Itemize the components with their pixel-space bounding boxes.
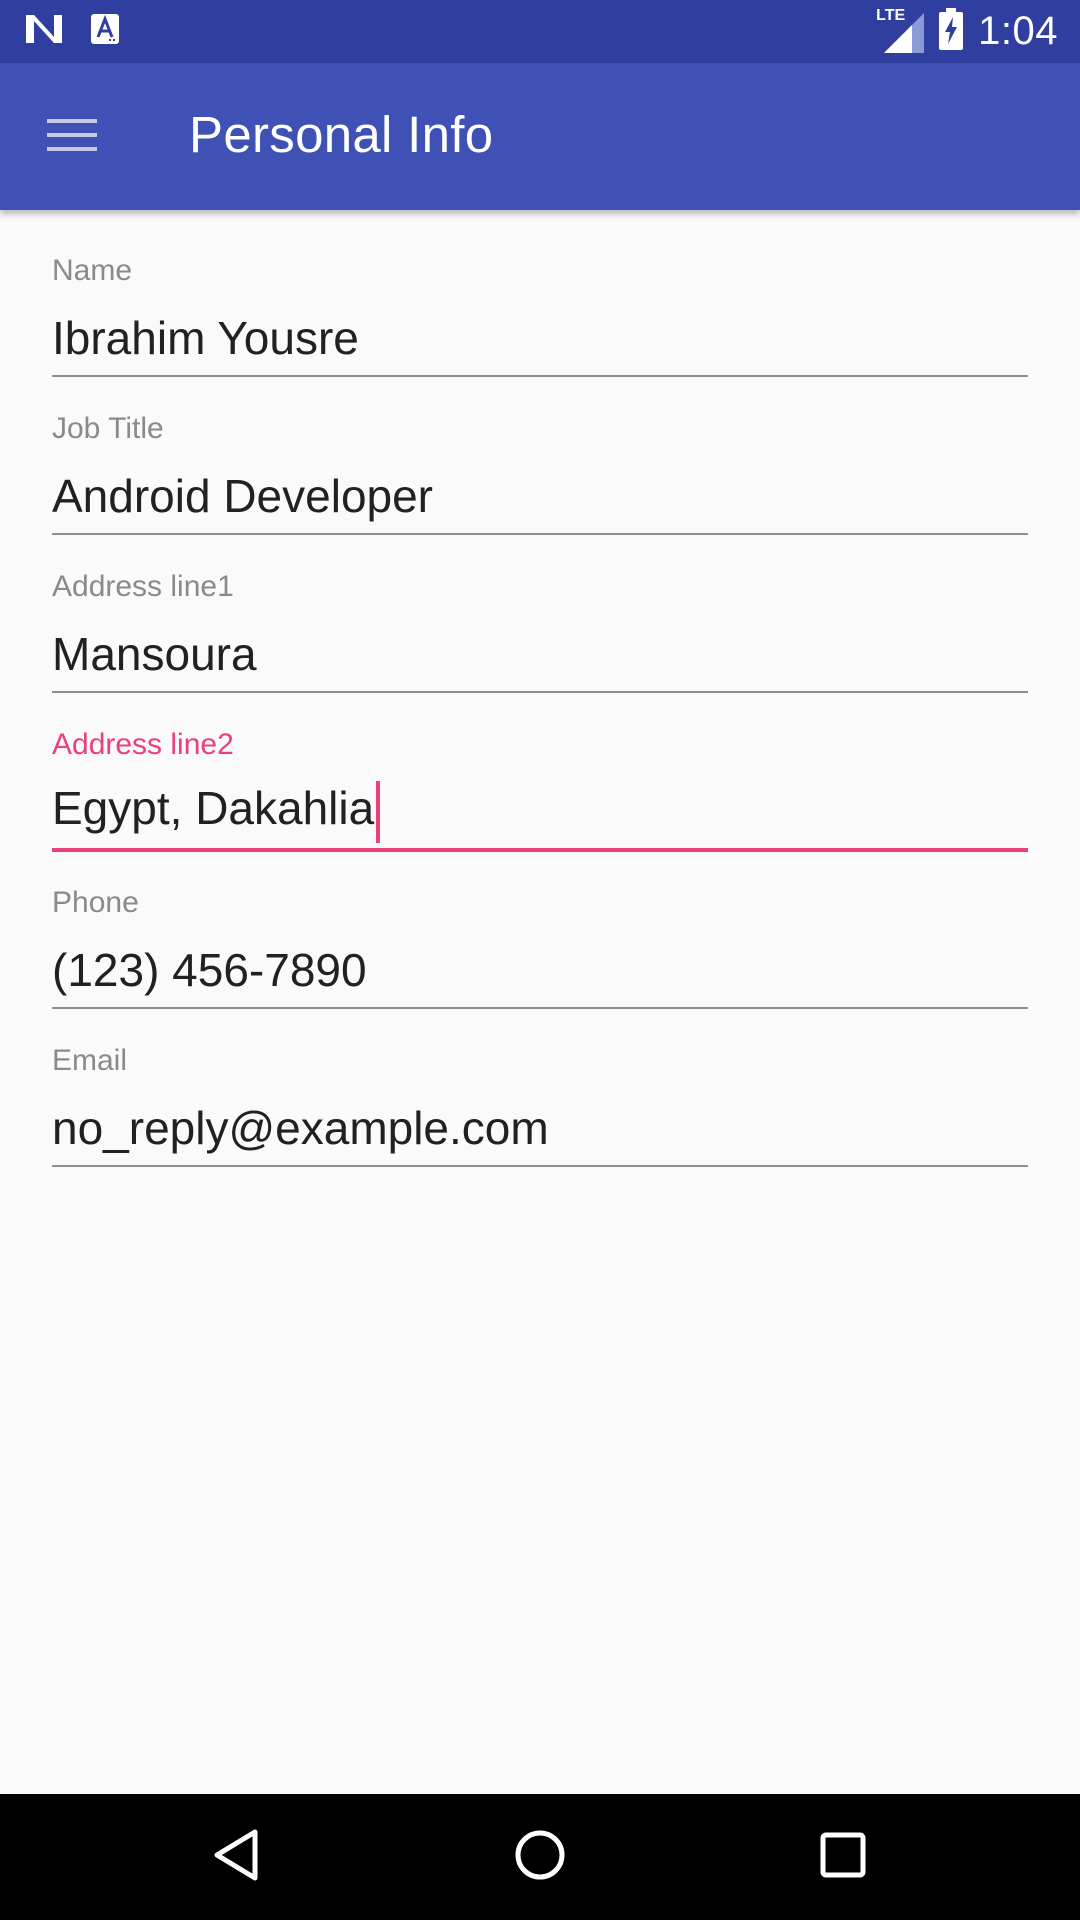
home-icon	[513, 1828, 567, 1887]
personal-info-form: Name Job Title Address line1 Address lin…	[52, 210, 1028, 1167]
job-title-label: Job Title	[52, 412, 164, 445]
text-cursor	[376, 781, 381, 843]
phone-input[interactable]	[52, 940, 1028, 1000]
address-line1-field: Address line1	[52, 526, 1028, 693]
menu-button[interactable]	[24, 98, 120, 176]
job-title-field: Job Title	[52, 368, 1028, 535]
name-field: Name	[52, 210, 1028, 377]
clock: 1:04	[978, 8, 1058, 53]
email-input[interactable]	[52, 1098, 1028, 1158]
back-button[interactable]	[186, 1814, 286, 1900]
n-logo-icon	[24, 13, 64, 50]
recents-icon	[819, 1831, 867, 1884]
address-line2-input[interactable]: Egypt, Dakahlia	[52, 781, 381, 843]
lte-signal-icon: LTE	[876, 7, 925, 53]
page-title: Personal Info	[189, 106, 494, 163]
recents-button[interactable]	[793, 1814, 893, 1900]
navigation-bar	[0, 1794, 1080, 1920]
status-right-icons: LTE 1:04	[876, 6, 1058, 56]
email-underline	[52, 1165, 1028, 1167]
job-title-input[interactable]	[52, 466, 1028, 526]
email-label: Email	[52, 1044, 128, 1077]
address-line1-label: Address line1	[52, 570, 234, 603]
home-button[interactable]	[490, 1814, 590, 1900]
translate-a-icon	[90, 13, 120, 50]
address-line1-input[interactable]	[52, 624, 1028, 684]
address-line2-value: Egypt, Dakahlia	[52, 782, 375, 835]
status-bar: LTE 1:04	[0, 0, 1080, 63]
address-line2-field: Address line2 Egypt, Dakahlia	[52, 684, 1028, 852]
app-bar: Personal Info	[0, 63, 1080, 210]
battery-charging-icon	[938, 7, 964, 55]
email-field: Email	[52, 1000, 1028, 1167]
status-left-icons	[24, 10, 120, 52]
phone-label: Phone	[52, 886, 139, 919]
back-icon	[211, 1828, 261, 1887]
hamburger-menu-icon	[47, 117, 97, 158]
name-label: Name	[52, 254, 133, 287]
network-type-label: LTE	[876, 7, 906, 24]
address-line2-label: Address line2	[52, 728, 234, 761]
phone-field: Phone	[52, 842, 1028, 1009]
name-input[interactable]	[52, 308, 1028, 368]
